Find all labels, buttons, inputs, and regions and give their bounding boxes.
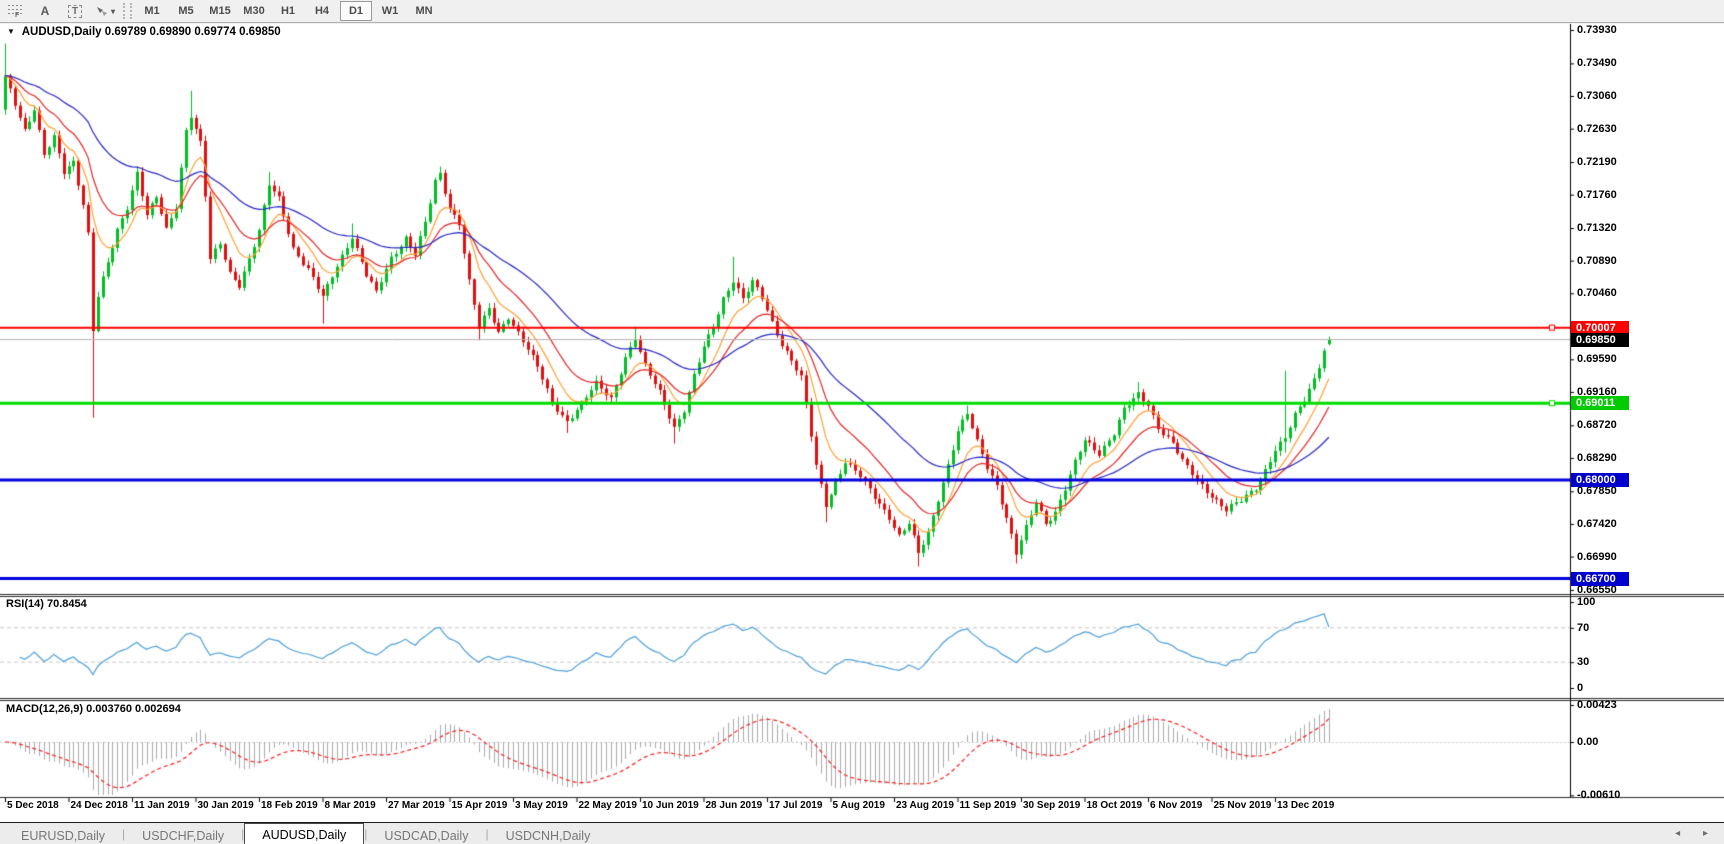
date-tick-label: 18 Oct 2019 <box>1087 800 1143 812</box>
date-tick-label: 25 Nov 2019 <box>1214 800 1272 812</box>
date-tick-label: 5 Aug 2019 <box>833 800 885 812</box>
chart-title-ohlc: 0.69789 0.69890 0.69774 0.69850 <box>105 26 281 38</box>
date-tick-label: 30 Sep 2019 <box>1023 800 1080 812</box>
price-tick-label: 0.68720 <box>1577 419 1617 431</box>
date-tick-label: 11 Sep 2019 <box>960 800 1017 812</box>
svg-text:F: F <box>15 12 20 18</box>
symbol-tab-bar: EURUSD,Daily|USDCHF,Daily|AUDUSD,Daily|U… <box>0 822 1724 844</box>
price-tick-label: 0.72190 <box>1577 156 1617 168</box>
rsi-level-label: 0 <box>1577 682 1583 694</box>
symbol-tab-usdcad[interactable]: USDCAD,Daily <box>367 826 485 844</box>
symbol-tab-usdchf[interactable]: USDCHF,Daily <box>125 826 241 844</box>
hline-price-badge: 0.69011 <box>1571 396 1629 410</box>
date-tick-label: 23 Aug 2019 <box>896 800 954 812</box>
date-tick-label: 3 May 2019 <box>515 800 568 812</box>
mt4-window: F A T ▾ M1M5M15M30H1H4D1W1MN ▼ AUDUSD,Da… <box>0 0 1724 844</box>
timeframe-button-m30[interactable]: M30 <box>238 1 270 21</box>
timeframe-button-m1[interactable]: M1 <box>136 1 168 21</box>
tab-scroll-right-icon[interactable]: ▸ <box>1703 828 1718 839</box>
date-tick-label: 13 Dec 2019 <box>1277 800 1334 812</box>
fibo-grid-icon: F <box>7 4 23 18</box>
date-tick-label: 11 Jan 2019 <box>134 800 190 812</box>
fibo-grid-tool-button[interactable]: F <box>1 0 29 22</box>
rsi-indicator-label: RSI(14) 70.8454 <box>6 598 87 610</box>
date-tick-label: 22 May 2019 <box>579 800 637 812</box>
toolbar-grip <box>123 3 132 19</box>
symbol-tab-eurusd[interactable]: EURUSD,Daily <box>4 826 122 844</box>
tab-scroll-left-icon[interactable]: ◂ <box>1675 828 1690 839</box>
arrows-tool-button[interactable]: ▾ <box>91 0 119 22</box>
bid-price-badge: 0.69850 <box>1571 333 1629 347</box>
date-tick-label: 8 Mar 2019 <box>325 800 376 812</box>
text-label-tool-button[interactable]: T <box>61 0 89 22</box>
price-tick-label: 0.73060 <box>1577 90 1617 102</box>
timeframe-button-h1[interactable]: H1 <box>272 1 304 21</box>
rsi-level-label: 100 <box>1577 596 1595 608</box>
date-tick-label: 27 Mar 2019 <box>388 800 445 812</box>
price-chart-canvas[interactable] <box>0 0 1724 822</box>
toolbar: F A T ▾ M1M5M15M30H1H4D1W1MN <box>0 0 1724 23</box>
chart-title-symbol: AUDUSD,Daily <box>22 26 102 38</box>
date-tick-label: 17 Jul 2019 <box>769 800 822 812</box>
price-tick-label: 0.73930 <box>1577 24 1617 36</box>
price-tick-label: 0.70890 <box>1577 255 1617 267</box>
letter-a-icon: A <box>41 4 50 18</box>
timeframe-button-mn[interactable]: MN <box>408 1 440 21</box>
tab-scroll-arrows: ◂ ▸ <box>1675 828 1718 839</box>
date-tick-label: 10 Jun 2019 <box>642 800 699 812</box>
date-tick-label: 28 Jun 2019 <box>706 800 763 812</box>
price-tick-label: 0.66550 <box>1577 584 1617 596</box>
symbol-tab-usdcnh[interactable]: USDCNH,Daily <box>489 826 608 844</box>
date-tick-label: 6 Nov 2019 <box>1150 800 1202 812</box>
timeframe-button-h4[interactable]: H4 <box>306 1 338 21</box>
symbol-tab-audusd[interactable]: AUDUSD,Daily <box>244 823 364 844</box>
arrows-icon <box>95 5 109 17</box>
price-tick-label: 0.71320 <box>1577 222 1617 234</box>
price-tick-label: 0.67850 <box>1577 485 1617 497</box>
chart-title: ▼ AUDUSD,Daily 0.69789 0.69890 0.69774 0… <box>7 26 281 38</box>
rsi-level-label: 30 <box>1577 656 1589 668</box>
timeframe-button-d1[interactable]: D1 <box>340 1 372 21</box>
price-tick-label: 0.69590 <box>1577 353 1617 365</box>
price-tick-label: 0.73490 <box>1577 57 1617 69</box>
timeframe-button-w1[interactable]: W1 <box>374 1 406 21</box>
price-tick-label: 0.70460 <box>1577 287 1617 299</box>
timeframe-button-m5[interactable]: M5 <box>170 1 202 21</box>
price-tick-label: 0.68290 <box>1577 452 1617 464</box>
price-tick-label: 0.71760 <box>1577 189 1617 201</box>
date-tick-label: 30 Jan 2019 <box>198 800 254 812</box>
macd-level-label: -0.00610 <box>1577 789 1620 801</box>
macd-level-label: 0.00 <box>1577 736 1598 748</box>
price-tick-label: 0.67420 <box>1577 518 1617 530</box>
timeframe-button-m15[interactable]: M15 <box>204 1 236 21</box>
hline-price-badge: 0.68000 <box>1571 473 1629 487</box>
macd-level-label: 0.00423 <box>1577 699 1617 711</box>
collapse-triangle-icon[interactable]: ▼ <box>7 27 15 36</box>
date-tick-label: 24 Dec 2018 <box>71 800 128 812</box>
chevron-down-icon: ▾ <box>111 7 115 16</box>
price-tick-label: 0.72630 <box>1577 123 1617 135</box>
rsi-level-label: 70 <box>1577 622 1589 634</box>
macd-indicator-label: MACD(12,26,9) 0.003760 0.002694 <box>6 703 181 715</box>
text-a-tool-button[interactable]: A <box>31 0 59 22</box>
timeframe-button-group: M1M5M15M30H1H4D1W1MN <box>135 1 441 21</box>
price-tick-label: 0.66990 <box>1577 551 1617 563</box>
date-tick-label: 5 Dec 2018 <box>7 800 59 812</box>
text-label-icon: T <box>68 5 82 18</box>
date-tick-label: 15 Apr 2019 <box>452 800 508 812</box>
hline-price-badge: 0.66700 <box>1571 572 1629 586</box>
date-tick-label: 18 Feb 2019 <box>261 800 318 812</box>
